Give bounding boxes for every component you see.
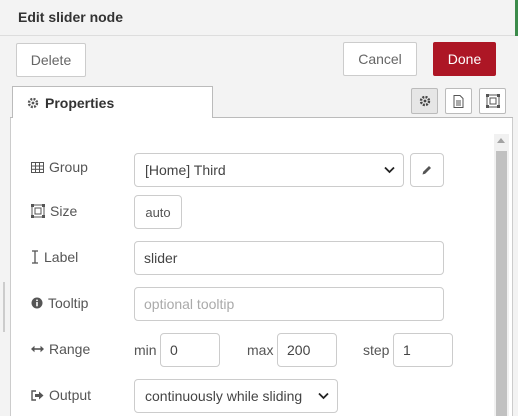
sign-out-icon	[31, 389, 44, 401]
table-icon	[31, 161, 44, 173]
text-cursor-icon	[32, 250, 38, 264]
group-label-row: Group	[31, 159, 88, 175]
frame-icon	[485, 94, 500, 108]
output-select[interactable]: continuously while sliding	[134, 379, 338, 413]
range-min-input[interactable]: 0	[160, 333, 220, 367]
tooltip-input[interactable]: optional tooltip	[134, 287, 444, 321]
gear-icon	[419, 95, 430, 107]
scroll-up-arrow[interactable]	[497, 138, 505, 143]
tray-toolbar: Delete Cancel Done	[10, 36, 513, 82]
tabs-bar: Properties	[10, 84, 513, 119]
cancel-button[interactable]: Cancel	[343, 42, 417, 76]
label-label: Label	[44, 249, 79, 265]
tooltip-label-row: Tooltip	[31, 295, 88, 311]
group-label: Group	[49, 159, 88, 175]
label-label-row: Label	[31, 249, 78, 265]
chevron-down-icon	[384, 166, 395, 174]
group-select-value: [Home] Third	[145, 162, 226, 178]
output-label-row: Output	[31, 387, 91, 403]
range-label: Range	[49, 341, 91, 357]
info-circle-icon	[31, 297, 43, 309]
group-select[interactable]: [Home] Third	[134, 153, 404, 187]
scrollbar-thumb[interactable]	[496, 151, 507, 416]
arrows-horizontal-icon	[31, 345, 44, 353]
range-min-label: min	[134, 342, 157, 358]
tray-header: Edit slider node	[0, 0, 518, 36]
tab-appearance[interactable]	[479, 88, 506, 114]
output-label: Output	[49, 387, 92, 403]
range-step-input[interactable]: 1	[393, 333, 453, 367]
tooltip-label: Tooltip	[48, 295, 89, 311]
size-button[interactable]: auto	[134, 195, 182, 229]
size-label-row: Size	[31, 203, 77, 219]
range-step-label: step	[363, 342, 390, 358]
panel-resize-edge[interactable]	[3, 282, 5, 332]
tab-settings[interactable]	[411, 88, 438, 114]
gear-icon	[27, 97, 39, 108]
tab-description[interactable]	[445, 88, 472, 114]
chevron-down-icon	[318, 392, 329, 400]
label-input[interactable]: slider	[134, 241, 444, 275]
tab-properties-label: Properties	[45, 94, 115, 111]
range-max-input[interactable]: 200	[277, 333, 337, 367]
done-button[interactable]: Done	[433, 42, 496, 76]
delete-button[interactable]: Delete	[16, 43, 86, 77]
output-select-value: continuously while sliding	[145, 388, 303, 404]
tray-title: Edit slider node	[18, 9, 124, 25]
range-max-label: max	[247, 342, 274, 358]
frame-icon	[31, 204, 45, 218]
size-label: Size	[50, 203, 78, 219]
tab-properties[interactable]: Properties	[12, 86, 213, 119]
range-label-row: Range	[31, 341, 90, 357]
edit-group-button[interactable]	[410, 153, 444, 187]
pencil-icon	[422, 166, 431, 175]
document-icon	[453, 94, 464, 108]
